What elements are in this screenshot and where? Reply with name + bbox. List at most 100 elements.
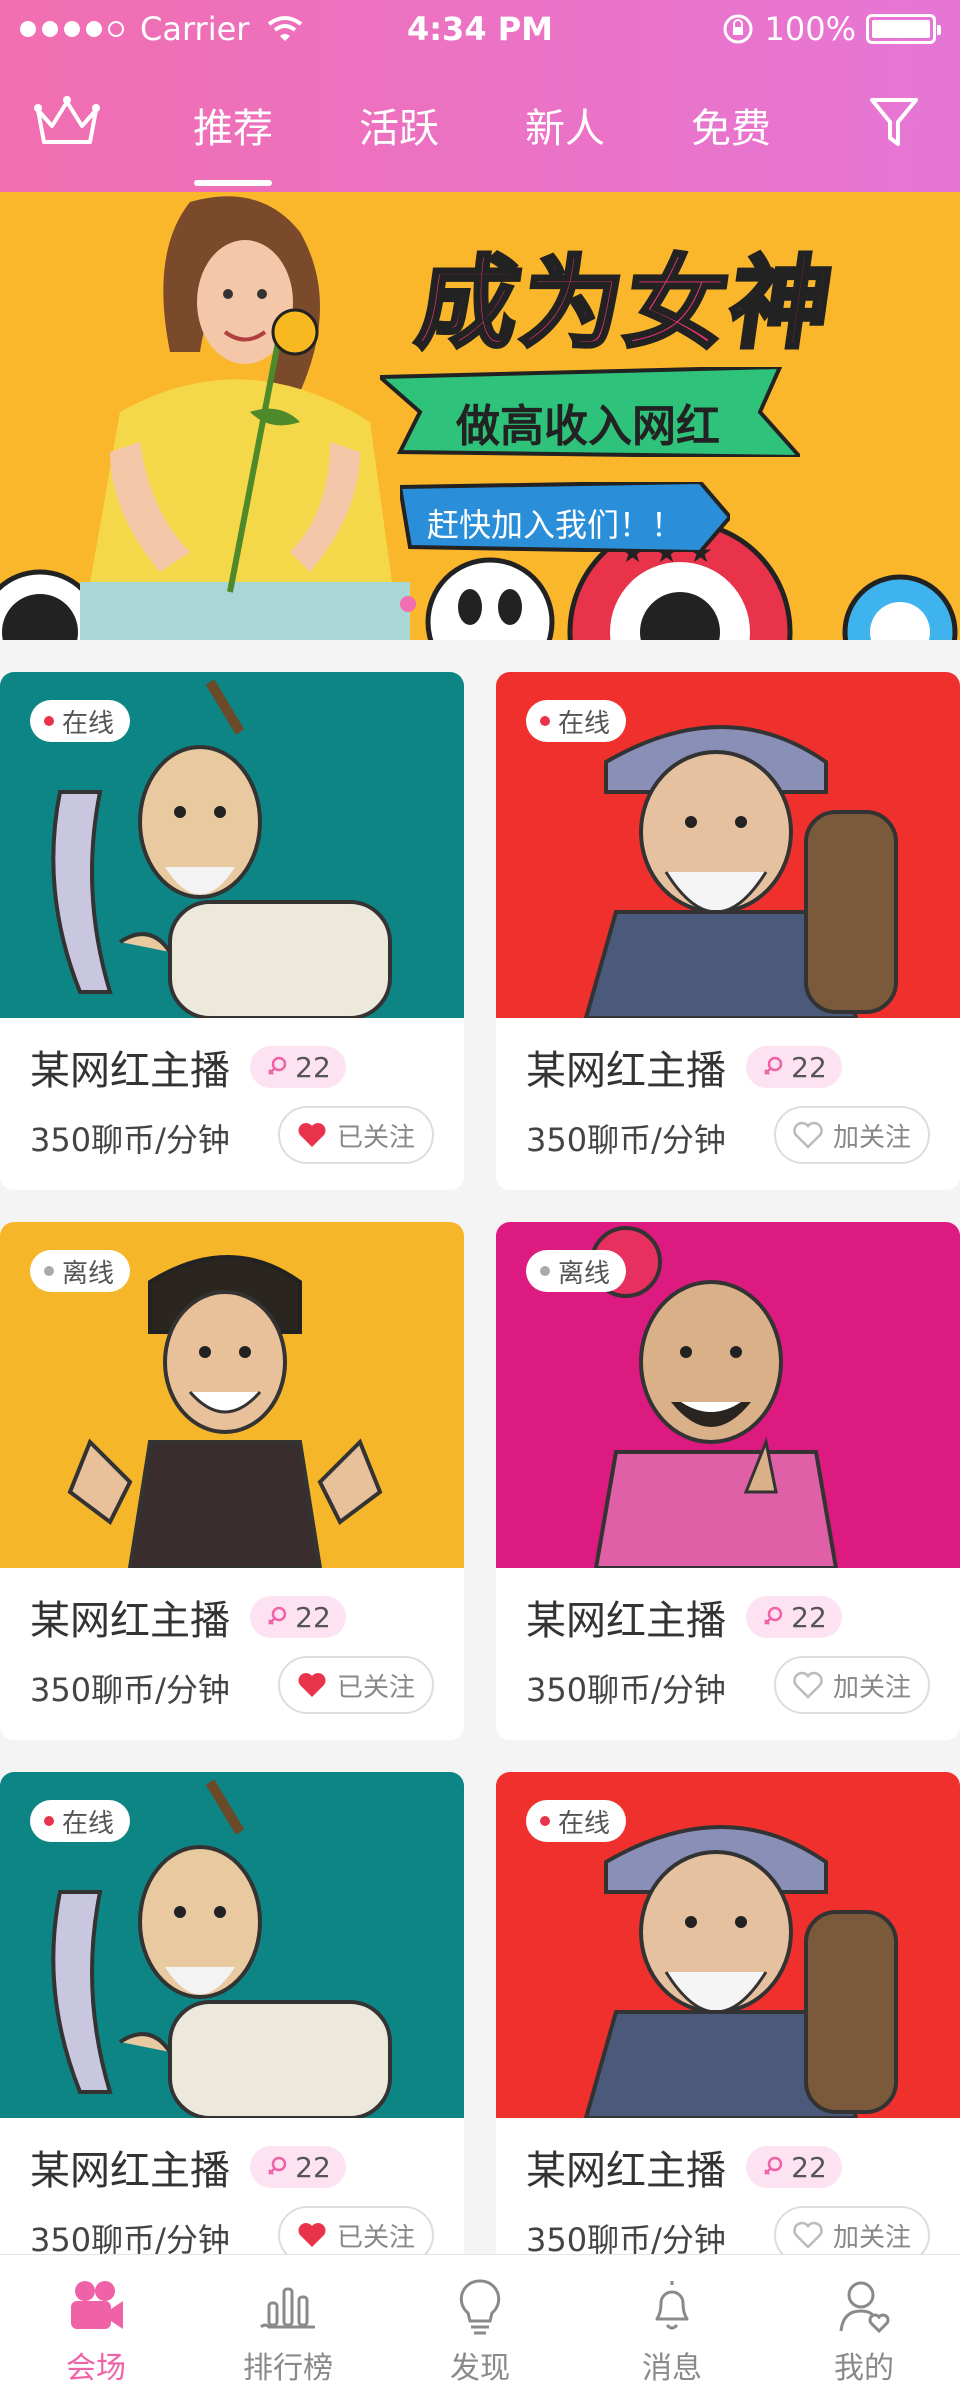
follow-label: 加关注 [832, 2222, 911, 2253]
female-symbol-icon [764, 1606, 783, 1625]
banner-title: 成为女神 [409, 243, 845, 364]
level-value: 22 [791, 1600, 827, 1634]
streamer-photo[interactable]: 在线 [0, 672, 464, 1018]
price-per-minute: 350聊币/分钟 [526, 1671, 726, 1709]
level-value: 22 [295, 2150, 331, 2184]
followed-button[interactable]: 已关注 [278, 1106, 434, 1164]
status-label: 在线 [558, 708, 611, 739]
level-badge: 22 [746, 2146, 842, 2188]
follow-label: 已关注 [336, 1122, 415, 1153]
streamer-photo[interactable]: 在线 [496, 672, 960, 1018]
level-badge: 22 [250, 1046, 346, 1088]
price-per-minute: 350聊币/分钟 [30, 1121, 230, 1159]
status-badge: 在线 [30, 1800, 131, 1842]
streamer-card[interactable]: 离线 某网红主播 22 350聊币/分钟 已关注 [0, 1222, 464, 1740]
battery-percent: 100% [764, 10, 856, 48]
tab-recommend[interactable]: 推荐 [150, 96, 316, 186]
heart-outline-icon [793, 1121, 823, 1149]
follow-label: 加关注 [832, 1672, 911, 1703]
streamer-card[interactable]: 离线 某网红主播 22 350聊币/分钟 加关注 [496, 1222, 960, 1740]
rotation-lock-icon [723, 14, 753, 44]
streamer-photo[interactable]: 在线 [496, 1772, 960, 2118]
streamer-photo[interactable]: 在线 [0, 1772, 464, 2118]
tabbar-label-profile: 我的 [834, 2351, 894, 2386]
streamer-photo[interactable]: 离线 [496, 1222, 960, 1568]
streamer-name: 某网红主播 [526, 1598, 726, 1644]
female-symbol-icon [764, 1056, 783, 1075]
battery-icon [866, 14, 941, 44]
level-badge: 22 [746, 1596, 842, 1638]
banner-model-illustration [80, 196, 410, 640]
heart-outline-icon [793, 1671, 823, 1699]
tab-free[interactable]: 免费 [648, 96, 814, 186]
banner-page-indicator[interactable] [400, 596, 416, 612]
top-nav: 推荐 活跃 新人 免费 [0, 80, 960, 192]
tabbar-label-venue: 会场 [66, 2351, 126, 2386]
status-dot [44, 716, 54, 726]
streamer-card[interactable]: 在线 某网红主播 22 350聊币/分钟 加关注 [496, 672, 960, 1190]
heart-filled-icon [298, 1123, 326, 1147]
status-label: 离线 [558, 1258, 611, 1289]
status-label: 在线 [62, 708, 115, 739]
tabbar-label-messages: 消息 [642, 2351, 702, 2386]
category-tabs: 推荐 活跃 新人 免费 [150, 96, 814, 186]
price-per-minute: 350聊币/分钟 [526, 1121, 726, 1159]
status-right: 100% [721, 10, 941, 48]
profile-icon [839, 2281, 890, 2334]
female-symbol-icon [268, 1606, 287, 1625]
female-symbol-icon [268, 1056, 287, 1075]
follow-button[interactable]: 加关注 [774, 1106, 930, 1164]
follow-label: 加关注 [832, 1122, 911, 1153]
tabbar-item-venue[interactable]: 会场 [0, 2255, 192, 2400]
follow-label: 已关注 [336, 2222, 415, 2253]
followed-button[interactable]: 已关注 [278, 1656, 434, 1714]
level-badge: 22 [250, 2146, 346, 2188]
promo-banner[interactable]: ★ ★ ★ 成为女神 做高收入网红 赶快加入我们！！ [0, 192, 960, 640]
price-per-minute: 350聊币/分钟 [30, 1671, 230, 1709]
filter-icon[interactable] [868, 94, 920, 150]
status-dot [44, 1266, 54, 1276]
streamer-photo[interactable]: 离线 [0, 1222, 464, 1568]
heart-filled-icon [298, 1673, 326, 1697]
streamer-name: 某网红主播 [526, 1048, 726, 1094]
streamer-name: 某网红主播 [526, 2148, 726, 2194]
banner-cta: 赶快加入我们！！ [426, 506, 683, 544]
tabbar-item-discover[interactable]: 发现 [384, 2255, 576, 2400]
status-badge: 在线 [526, 1800, 627, 1842]
streamer-card[interactable]: 在线 某网红主播 22 350聊币/分钟 加关注 [496, 1772, 960, 2290]
streamer-name: 某网红主播 [30, 2148, 230, 2194]
crown-icon[interactable] [32, 92, 102, 152]
ranking-icon [259, 2287, 315, 2329]
level-value: 22 [295, 1050, 331, 1084]
follow-button[interactable]: 加关注 [774, 1656, 930, 1714]
status-badge: 在线 [526, 700, 627, 742]
camera-icon [71, 2281, 123, 2329]
status-dot [540, 1816, 550, 1826]
tabbar-item-profile[interactable]: 我的 [768, 2255, 960, 2400]
bell-icon [655, 2281, 689, 2330]
bulb-icon [459, 2279, 501, 2335]
level-value: 22 [791, 1050, 827, 1084]
status-badge: 离线 [526, 1250, 627, 1292]
heart-filled-icon [298, 2223, 326, 2247]
level-badge: 22 [250, 1596, 346, 1638]
tabbar-item-messages[interactable]: 消息 [576, 2255, 768, 2400]
status-badge: 在线 [30, 700, 131, 742]
banner-subtitle: 做高收入网红 [456, 401, 720, 452]
status-label: 离线 [62, 1258, 115, 1289]
tabbar-label-ranking: 排行榜 [243, 2351, 333, 2386]
streamer-name: 某网红主播 [30, 1598, 230, 1644]
tabbar-item-ranking[interactable]: 排行榜 [192, 2255, 384, 2400]
app-header: Carrier 4:34 PM 100% 推荐 活跃 新人 免费 [0, 0, 960, 192]
status-bar: Carrier 4:34 PM 100% [0, 0, 960, 60]
female-symbol-icon [268, 2156, 287, 2175]
streamer-card[interactable]: 在线 某网红主播 22 350聊币/分钟 已关注 [0, 1772, 464, 2290]
bottom-tab-bar: 会场 排行榜 发现 消息 我的 [0, 2254, 960, 2400]
status-badge: 离线 [30, 1250, 131, 1292]
tab-new[interactable]: 新人 [482, 96, 648, 186]
tab-active[interactable]: 活跃 [316, 96, 482, 186]
streamer-card[interactable]: 在线 某网红主播 22 350聊币/分钟 已关注 [0, 672, 464, 1190]
status-label: 在线 [62, 1808, 115, 1839]
streamer-name: 某网红主播 [30, 1048, 230, 1094]
status-dot [44, 1816, 54, 1826]
